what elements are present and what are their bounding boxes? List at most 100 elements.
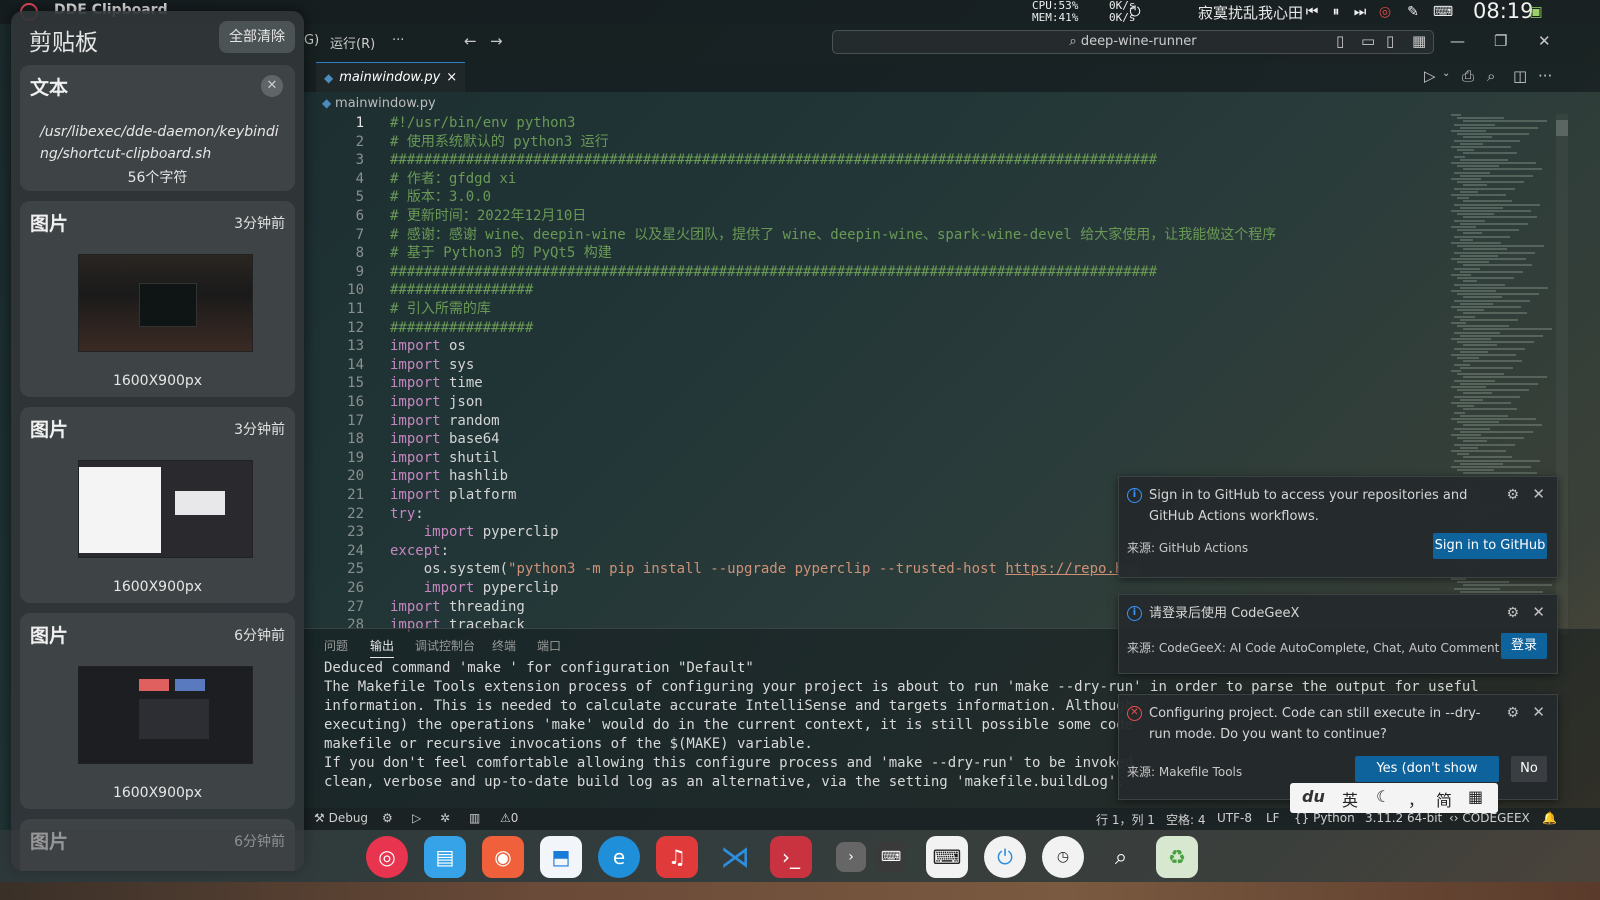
tab-terminal[interactable]: 终端 bbox=[492, 637, 516, 654]
trash-tray-icon[interactable]: ▣ bbox=[1526, 2, 1546, 22]
minimap-line bbox=[1463, 472, 1537, 475]
tab-problems[interactable]: 问题 bbox=[324, 637, 348, 654]
settings-gear-icon[interactable]: ⚙ bbox=[382, 811, 393, 825]
clear-all-button[interactable]: 全部清除 bbox=[219, 21, 295, 53]
power-tray-icon[interactable]: ⏻ bbox=[1125, 2, 1145, 22]
error-icon: ✕ bbox=[1127, 706, 1142, 721]
run-dropdown-icon[interactable]: ⌄ bbox=[1442, 68, 1450, 79]
notification-close-icon[interactable]: ✕ bbox=[1532, 485, 1545, 503]
notification-message: 请登录后使用 CodeGeeX bbox=[1149, 606, 1300, 621]
clipboard-title: 剪贴板 bbox=[29, 30, 98, 56]
pen-tray-icon[interactable]: ✎ bbox=[1402, 2, 1424, 22]
keyboard-tray-icon[interactable]: ⌨ bbox=[1432, 2, 1454, 22]
now-playing-song[interactable]: 寂寞扰乱我心田 bbox=[1198, 2, 1303, 23]
split-editor-icon[interactable]: ◫ bbox=[1513, 67, 1527, 85]
vscode-icon[interactable]: ⋊ bbox=[714, 836, 756, 878]
editor-scroll-thumb[interactable] bbox=[1556, 120, 1568, 136]
search-icon[interactable]: ⌕ bbox=[1100, 836, 1142, 878]
clipboard-item-image[interactable]: 图片 3分钟前 1600X900px bbox=[20, 407, 295, 603]
code-text: ################# bbox=[390, 319, 534, 336]
keyboard-icon[interactable]: ⌨ bbox=[876, 842, 906, 872]
tab-debug-console[interactable]: 调试控制台 bbox=[415, 637, 475, 654]
minimize-icon[interactable]: — bbox=[1450, 32, 1465, 50]
notification-settings-icon[interactable]: ⚙ bbox=[1506, 705, 1519, 721]
minimap-line bbox=[1463, 280, 1477, 283]
login-button[interactable]: 登录 bbox=[1501, 633, 1547, 659]
ime-punctuation-toggle[interactable]: ， bbox=[1408, 787, 1424, 811]
power-icon[interactable]: ⏻ bbox=[984, 836, 1026, 878]
close-icon[interactable]: ✕ bbox=[261, 75, 283, 97]
forward-arrow-icon[interactable]: → bbox=[490, 32, 503, 50]
clock-icon[interactable]: ◷ bbox=[1042, 836, 1084, 878]
minimap-line bbox=[1460, 270, 1523, 273]
toggle-secondary-sidebar-icon[interactable]: ▯ bbox=[1386, 32, 1394, 50]
ime-logo-icon[interactable]: du bbox=[1302, 787, 1325, 806]
encoding[interactable]: UTF-8 bbox=[1217, 811, 1252, 825]
close-window-icon[interactable]: ✕ bbox=[1538, 32, 1551, 50]
screen-recorder-icon[interactable]: ◉ bbox=[482, 836, 524, 878]
run-file-icon[interactable]: ▷ bbox=[1424, 67, 1436, 85]
ime-menu-icon[interactable]: ▦ bbox=[1468, 787, 1483, 806]
clipboard-item-text[interactable]: 文本 ✕ /usr/libexec/dde-daemon/keybinding/… bbox=[20, 65, 295, 191]
notification-close-icon[interactable]: ✕ bbox=[1532, 703, 1545, 721]
netease-music-tray-icon[interactable]: ◎ bbox=[1374, 2, 1396, 22]
toggle-panel-icon[interactable]: ▭ bbox=[1361, 32, 1375, 50]
dock-expand-icon[interactable]: › bbox=[836, 842, 866, 872]
yes-dont-show-again-button[interactable]: Yes (don't show again) bbox=[1355, 756, 1499, 802]
minimap-line bbox=[1457, 453, 1469, 456]
more-actions-icon[interactable]: ··· bbox=[1538, 67, 1552, 85]
edge-browser-icon[interactable]: e bbox=[598, 836, 640, 878]
app-store-icon[interactable]: ⬒ bbox=[540, 836, 582, 878]
back-arrow-icon[interactable]: ← bbox=[464, 32, 477, 50]
pause-icon[interactable]: ⏸ bbox=[1326, 2, 1346, 22]
sign-in-github-button[interactable]: Sign in to GitHub bbox=[1433, 533, 1547, 559]
python-interpreter[interactable]: 3.11.2 64-bit bbox=[1365, 811, 1442, 825]
notification-settings-icon[interactable]: ⚙ bbox=[1506, 487, 1519, 503]
tab-mainwindow[interactable]: ◆ mainwindow.py × bbox=[316, 62, 466, 92]
maximize-icon[interactable]: ❐ bbox=[1494, 32, 1507, 50]
menu-run[interactable]: 运行(R) bbox=[330, 33, 375, 52]
minimap-line bbox=[1457, 165, 1499, 168]
ime-language-toggle[interactable]: 英 bbox=[1342, 787, 1358, 811]
next-track-icon[interactable]: ⏭ bbox=[1350, 2, 1370, 22]
previous-track-icon[interactable]: ⏮ bbox=[1302, 2, 1322, 22]
customize-layout-icon[interactable]: ▦ bbox=[1412, 32, 1426, 50]
tab-close-icon[interactable]: × bbox=[446, 70, 457, 85]
notifications-bell-icon[interactable]: 🔔 bbox=[1542, 811, 1557, 825]
indentation[interactable]: 空格: 4 bbox=[1166, 811, 1206, 828]
terminal-icon[interactable]: ›_ bbox=[770, 836, 812, 878]
file-manager-icon[interactable]: ▤ bbox=[424, 836, 466, 878]
clean-icon[interactable]: ▥ bbox=[469, 811, 480, 825]
tab-output[interactable]: 输出 bbox=[370, 637, 395, 658]
tab-ports[interactable]: 端口 bbox=[537, 637, 561, 654]
menu-partial[interactable]: G) bbox=[304, 33, 319, 48]
error-count[interactable]: ⚠0 bbox=[500, 811, 518, 825]
toggle-sidebar-icon[interactable]: ▯ bbox=[1336, 32, 1344, 50]
print-icon[interactable]: ⎙ bbox=[1462, 67, 1474, 85]
deepin-icon[interactable]: ◎ bbox=[366, 836, 408, 878]
ime-script-toggle[interactable]: 简 bbox=[1436, 787, 1452, 811]
clipboard-item-image[interactable]: 图片 6分钟前 1600X900px bbox=[20, 613, 295, 809]
breadcrumb[interactable]: ◆ mainwindow.py bbox=[322, 96, 436, 111]
clock[interactable]: 08:19 bbox=[1473, 0, 1534, 23]
notification-close-icon[interactable]: ✕ bbox=[1532, 603, 1545, 621]
codegeex-status[interactable]: ‹› CODEGEEX bbox=[1449, 811, 1530, 825]
cursor-position[interactable]: 行 1，列 1 bbox=[1096, 811, 1155, 828]
notification-settings-icon[interactable]: ⚙ bbox=[1506, 605, 1519, 621]
preview-icon[interactable]: ⌕ bbox=[1487, 67, 1495, 85]
bug-icon[interactable]: ✲ bbox=[440, 811, 450, 825]
eol[interactable]: LF bbox=[1266, 811, 1280, 825]
clipboard-item-image[interactable]: 图片 3分钟前 1600X900px bbox=[20, 201, 295, 397]
virtual-keyboard-icon[interactable]: ⌨ bbox=[926, 836, 968, 878]
notification-message: Sign in to GitHub to access your reposit… bbox=[1149, 488, 1468, 524]
debug-status[interactable]: ⚒ Debug bbox=[314, 811, 368, 825]
music-icon[interactable]: ♫ bbox=[656, 836, 698, 878]
language-mode[interactable]: {} Python bbox=[1294, 811, 1355, 825]
minimap-line bbox=[1454, 235, 1510, 238]
system-monitor[interactable]: CPU:53% MEM:41% bbox=[1032, 0, 1078, 24]
run-icon[interactable]: ▷ bbox=[412, 811, 421, 825]
moon-icon[interactable]: ☾ bbox=[1376, 787, 1390, 806]
menu-more[interactable]: ··· bbox=[392, 33, 404, 48]
no-button[interactable]: No bbox=[1511, 756, 1547, 782]
trash-icon[interactable]: ♻ bbox=[1156, 836, 1198, 878]
